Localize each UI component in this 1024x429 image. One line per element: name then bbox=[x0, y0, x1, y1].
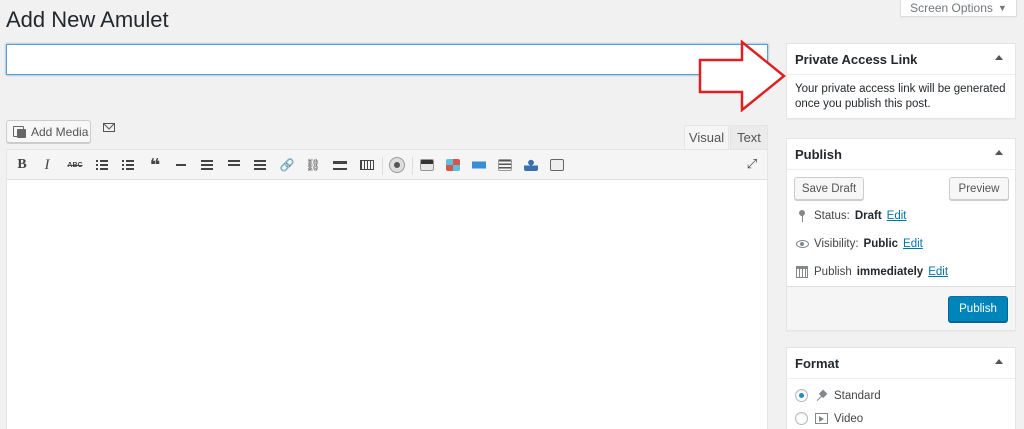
unlink-button[interactable]: ⛓ bbox=[303, 156, 323, 174]
tab-text[interactable]: Text bbox=[730, 125, 768, 149]
bar-plugin-icon bbox=[472, 159, 486, 171]
preview-button[interactable]: Preview bbox=[949, 177, 1009, 200]
numbered-list-icon bbox=[122, 160, 134, 170]
plugin-grid-button[interactable] bbox=[443, 156, 463, 174]
pin-icon bbox=[795, 209, 809, 223]
box-title: Private Access Link bbox=[795, 51, 918, 67]
publish-value: immediately bbox=[856, 266, 924, 278]
format-box: Format Standard Video bbox=[786, 347, 1016, 429]
save-draft-button[interactable]: Save Draft bbox=[794, 177, 864, 200]
status-value: Draft bbox=[854, 210, 882, 222]
italic-button[interactable]: I bbox=[37, 156, 57, 174]
publish-time-edit-link[interactable]: Edit bbox=[928, 266, 948, 278]
insert-link-button[interactable]: 🔗 bbox=[277, 156, 297, 174]
eye-icon bbox=[795, 237, 809, 251]
align-center-button[interactable] bbox=[224, 156, 244, 174]
grid-plugin-icon bbox=[446, 159, 460, 171]
toolbar-toggle-button[interactable] bbox=[357, 156, 377, 174]
numbered-list-button[interactable] bbox=[118, 156, 138, 174]
envelope-icon[interactable] bbox=[103, 123, 115, 132]
format-option-video[interactable]: Video bbox=[795, 412, 863, 425]
visibility-value: Public bbox=[863, 238, 899, 250]
publish-time-row: Publish immediately Edit bbox=[795, 265, 948, 279]
tab-visual[interactable]: Visual bbox=[684, 125, 729, 149]
align-right-button[interactable] bbox=[250, 156, 270, 174]
plugin-box-button[interactable] bbox=[547, 156, 567, 174]
align-left-icon bbox=[201, 160, 213, 170]
plugin-upload-button[interactable] bbox=[417, 156, 437, 174]
add-media-button[interactable]: Add Media bbox=[6, 120, 91, 143]
visibility-edit-link[interactable]: Edit bbox=[903, 238, 923, 250]
format-option-label: Standard bbox=[834, 389, 881, 402]
bullet-list-button[interactable] bbox=[92, 156, 112, 174]
screen-options-label: Screen Options bbox=[910, 1, 993, 15]
box-title: Format bbox=[795, 355, 840, 371]
bold-button[interactable]: B bbox=[12, 156, 32, 174]
format-option-label: Video bbox=[834, 412, 864, 425]
plugin-lines-button[interactable] bbox=[495, 156, 515, 174]
status-label: Status: bbox=[814, 210, 850, 222]
editor-content-area[interactable] bbox=[7, 180, 767, 429]
format-header[interactable]: Format bbox=[787, 348, 1015, 379]
publish-actions: Publish bbox=[787, 286, 1015, 330]
blockquote-button[interactable]: ❝ bbox=[145, 155, 165, 175]
calendar-icon bbox=[795, 265, 809, 279]
red-arrow-annotation bbox=[698, 40, 786, 112]
publish-box: Publish Save Draft Preview Status: Draft… bbox=[786, 138, 1016, 331]
status-row: Status: Draft Edit bbox=[795, 209, 906, 223]
visibility-row: Visibility: Public Edit bbox=[795, 237, 923, 251]
circle-plugin-icon bbox=[389, 157, 405, 173]
align-center-icon bbox=[228, 160, 240, 166]
private-access-link-text: Your private access link will be generat… bbox=[795, 83, 1006, 110]
strikethrough-button[interactable]: ABC bbox=[65, 156, 85, 174]
plugin-user-button[interactable] bbox=[521, 156, 541, 174]
bullet-list-icon bbox=[96, 160, 108, 170]
collapse-toggle-icon[interactable] bbox=[995, 55, 1003, 60]
radio-button[interactable] bbox=[795, 412, 808, 425]
collapse-toggle-icon[interactable] bbox=[995, 359, 1003, 364]
box-plugin-icon bbox=[550, 159, 564, 171]
format-option-standard[interactable]: Standard bbox=[795, 389, 881, 402]
caret-down-icon: ▼ bbox=[997, 3, 1007, 13]
lines-plugin-icon bbox=[498, 159, 512, 171]
align-right-icon bbox=[254, 160, 266, 170]
align-left-button[interactable] bbox=[197, 156, 217, 174]
keyboard-icon bbox=[360, 160, 374, 170]
pushpin-icon bbox=[814, 390, 828, 402]
toolbar-divider bbox=[382, 157, 383, 175]
collapse-toggle-icon[interactable] bbox=[995, 150, 1003, 155]
post-editor: B I ABC ❝ 🔗 ⛓ ⤢ bbox=[6, 149, 768, 429]
visibility-label: Visibility: bbox=[814, 238, 859, 250]
read-more-icon bbox=[333, 160, 347, 170]
post-title-input[interactable] bbox=[6, 44, 768, 75]
status-edit-link[interactable]: Edit bbox=[887, 210, 907, 222]
fullscreen-button[interactable]: ⤢ bbox=[745, 156, 759, 171]
publish-label: Publish bbox=[814, 266, 852, 278]
private-access-link-box: Private Access Link Your private access … bbox=[786, 43, 1016, 119]
publish-header[interactable]: Publish bbox=[787, 139, 1015, 170]
upload-plugin-icon bbox=[420, 159, 434, 171]
page-title: Add New Amulet bbox=[6, 7, 169, 32]
plugin-bar-button[interactable] bbox=[469, 156, 489, 174]
user-plugin-icon bbox=[524, 159, 538, 171]
media-icon bbox=[13, 125, 27, 138]
video-icon bbox=[814, 413, 828, 425]
screen-options-button[interactable]: Screen Options ▼ bbox=[900, 0, 1017, 17]
box-title: Publish bbox=[795, 146, 842, 162]
publish-button[interactable]: Publish bbox=[948, 296, 1008, 322]
editor-toolbar: B I ABC ❝ 🔗 ⛓ ⤢ bbox=[7, 150, 767, 180]
horizontal-line-icon bbox=[176, 164, 186, 166]
plugin-circle-button[interactable] bbox=[387, 156, 407, 174]
radio-button-selected[interactable] bbox=[795, 389, 808, 402]
read-more-button[interactable] bbox=[330, 156, 350, 174]
horizontal-line-button[interactable] bbox=[171, 156, 191, 174]
private-access-link-header[interactable]: Private Access Link bbox=[787, 44, 1015, 75]
toolbar-divider bbox=[412, 157, 413, 175]
add-media-label: Add Media bbox=[31, 124, 89, 139]
